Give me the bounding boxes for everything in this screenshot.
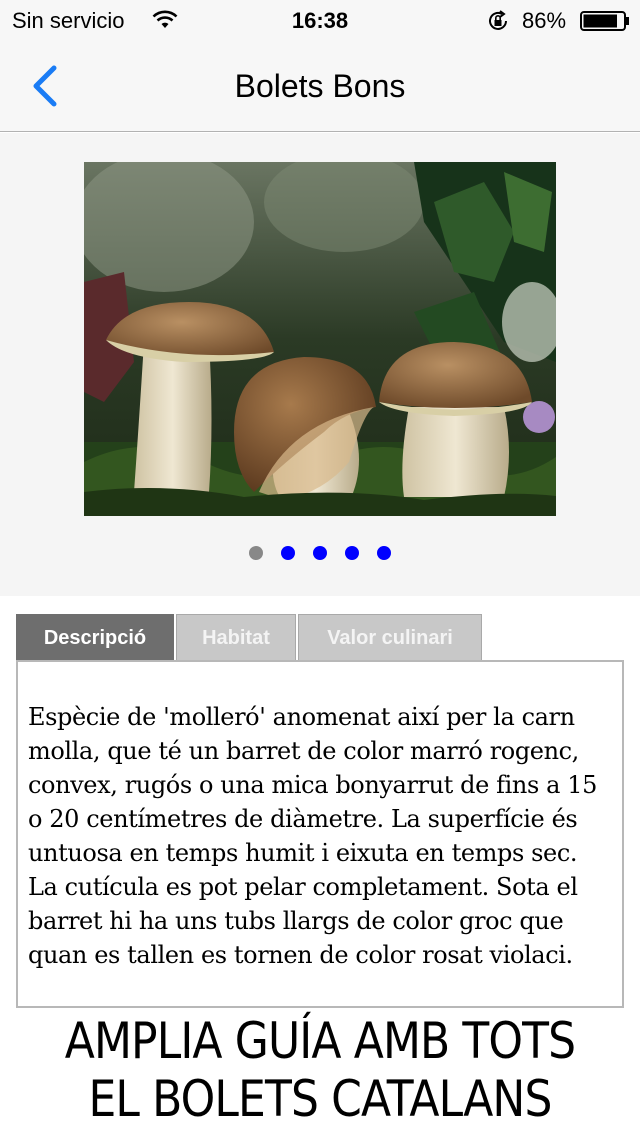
page-indicator[interactable]: [0, 546, 640, 560]
page-title: Bolets Bons: [234, 68, 406, 104]
page-dot[interactable]: [313, 546, 327, 560]
tab-descripcio[interactable]: Descripció: [16, 614, 174, 662]
promo-line-2: EL BOLETS CATALANS: [88, 1070, 552, 1128]
tab-habitat[interactable]: Habitat: [176, 614, 296, 662]
mushroom-photo: [84, 162, 556, 516]
description-text: Espècie de 'molleró' anomenat així per l…: [28, 703, 597, 969]
promo-banner[interactable]: AMPLIA GUÍA AMB TOTS EL BOLETS CATALANS: [38, 1012, 601, 1128]
tab-valor-culinari[interactable]: Valor culinari: [298, 614, 482, 662]
page-dot[interactable]: [249, 546, 263, 560]
promo-line-1: AMPLIA GUÍA AMB TOTS: [64, 1012, 576, 1070]
status-bar: Sin servicio 16:38 86%: [0, 0, 640, 40]
navigation-bar: Bolets Bons: [0, 40, 640, 132]
battery-icon: [580, 11, 629, 31]
page-dot[interactable]: [377, 546, 391, 560]
page-dot[interactable]: [281, 546, 295, 560]
page-dot[interactable]: [345, 546, 359, 560]
image-gallery[interactable]: [0, 133, 640, 596]
tab-bar: Descripció Habitat Valor culinari: [16, 614, 482, 662]
battery-percent: 86%: [522, 8, 567, 33]
description-panel: Espècie de 'molleró' anomenat així per l…: [16, 660, 624, 1008]
rotation-lock-icon: [489, 10, 507, 30]
